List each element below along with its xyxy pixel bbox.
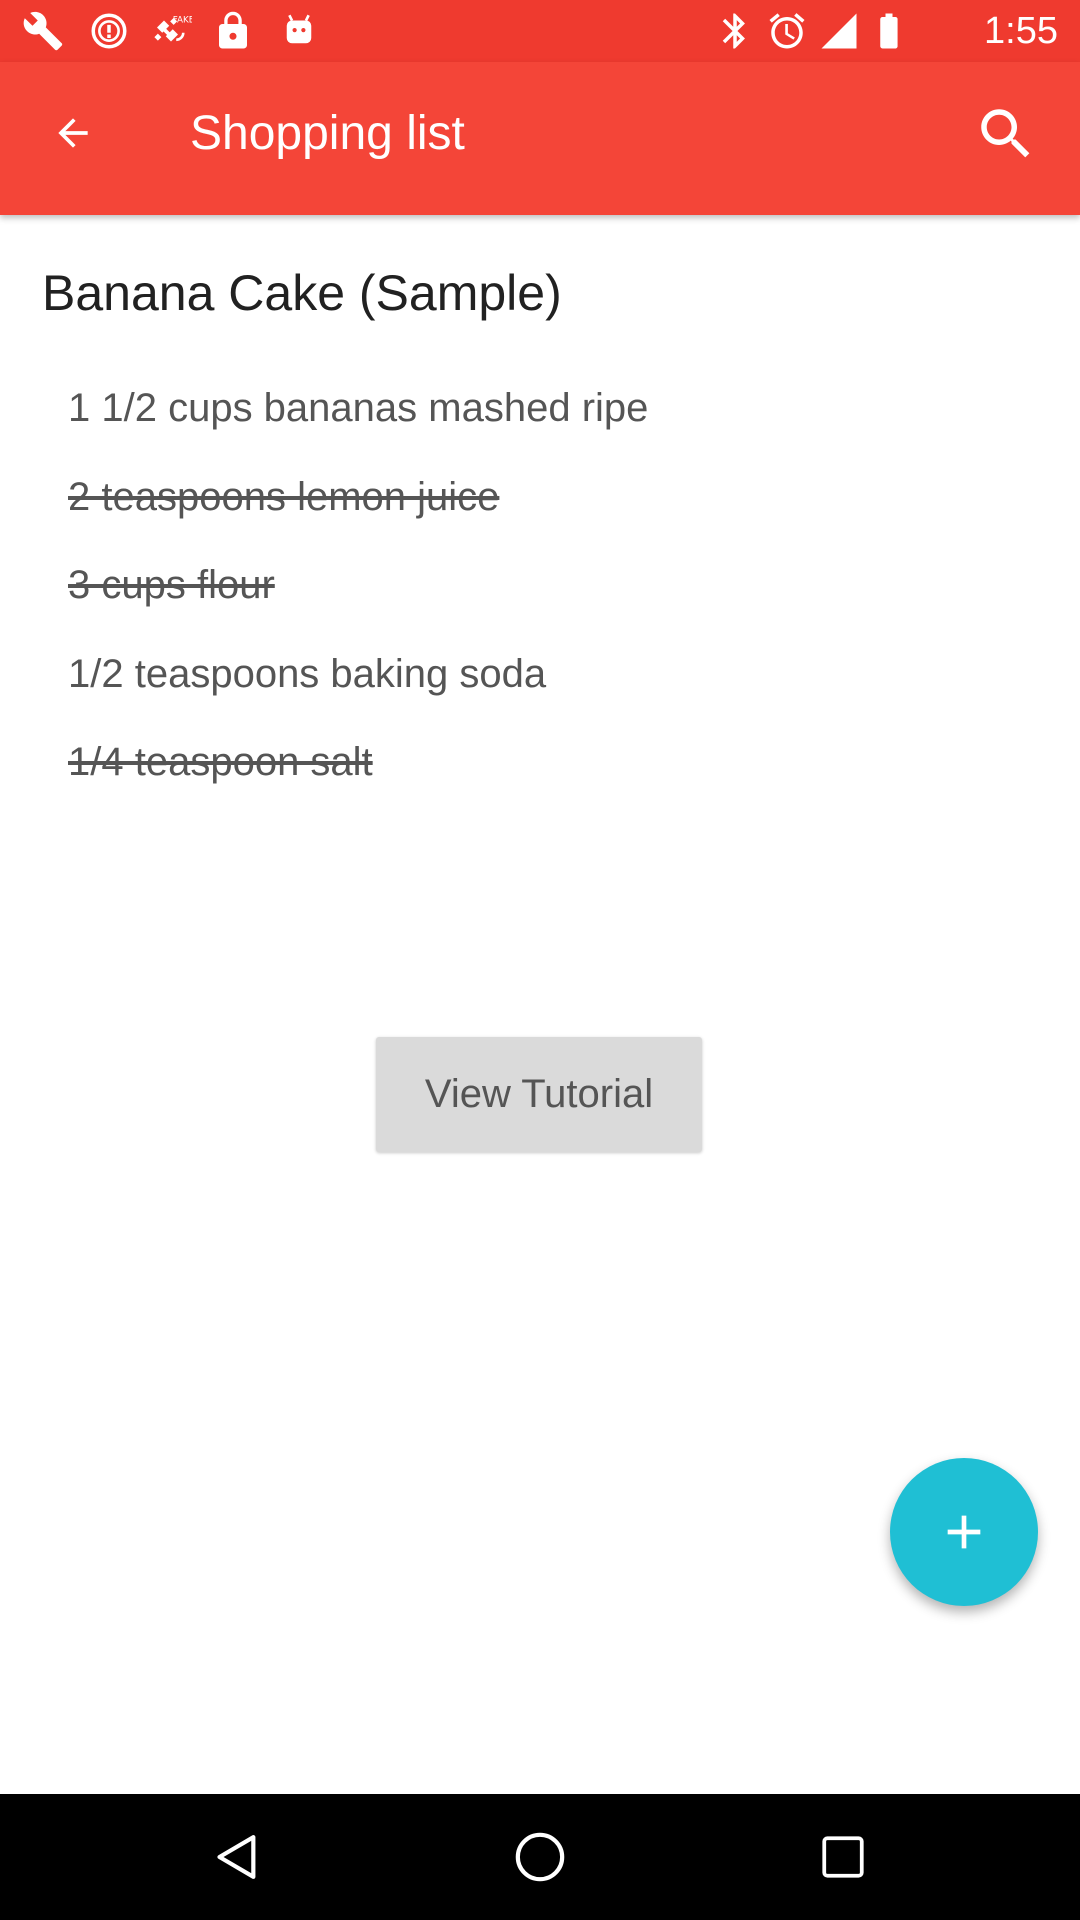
signal-icon bbox=[818, 10, 860, 52]
fake-gps-icon: FAKE bbox=[150, 10, 194, 52]
nav-recents-button[interactable] bbox=[810, 1824, 876, 1890]
alert-circle-icon bbox=[88, 10, 130, 52]
navigation-bar bbox=[0, 1794, 1080, 1920]
wrench-icon bbox=[22, 10, 64, 52]
plus-icon bbox=[947, 1515, 981, 1549]
list-title: Banana Cake (Sample) bbox=[42, 265, 562, 321]
app-bar: Shopping list bbox=[0, 62, 1080, 215]
svg-text:FAKE: FAKE bbox=[173, 15, 192, 25]
android-icon bbox=[278, 10, 320, 52]
ingredient-list: 1 1/2 cups bananas mashed ripe 2 teaspoo… bbox=[68, 380, 1028, 823]
nav-home-button[interactable] bbox=[507, 1824, 573, 1890]
view-tutorial-button[interactable]: View Tutorial bbox=[376, 1037, 702, 1152]
list-item-checked[interactable]: 3 cups flour bbox=[68, 557, 1028, 646]
bluetooth-icon bbox=[714, 10, 756, 52]
search-button[interactable] bbox=[970, 98, 1042, 170]
nav-recents-icon bbox=[822, 1836, 864, 1878]
list-item[interactable]: 1/2 teaspoons baking soda bbox=[68, 646, 1028, 735]
list-item[interactable]: 1 1/2 cups bananas mashed ripe bbox=[68, 380, 1028, 469]
list-item-checked[interactable]: 1/4 teaspoon salt bbox=[68, 734, 1028, 823]
battery-icon bbox=[868, 10, 910, 52]
page-title: Shopping list bbox=[190, 107, 465, 160]
back-button[interactable] bbox=[40, 100, 106, 166]
alarm-icon bbox=[766, 10, 808, 52]
add-item-button[interactable] bbox=[890, 1458, 1038, 1606]
status-time: 1:55 bbox=[984, 10, 1058, 52]
lock-icon bbox=[212, 10, 254, 52]
nav-home-icon bbox=[515, 1832, 565, 1882]
nav-back-button[interactable] bbox=[204, 1824, 270, 1890]
list-item-checked[interactable]: 2 teaspoons lemon juice bbox=[68, 469, 1028, 558]
nav-back-icon bbox=[217, 1835, 256, 1879]
arrow-back-icon bbox=[58, 118, 88, 148]
status-bar: FAKE 1:55 bbox=[0, 0, 1080, 62]
search-icon bbox=[981, 109, 1030, 158]
